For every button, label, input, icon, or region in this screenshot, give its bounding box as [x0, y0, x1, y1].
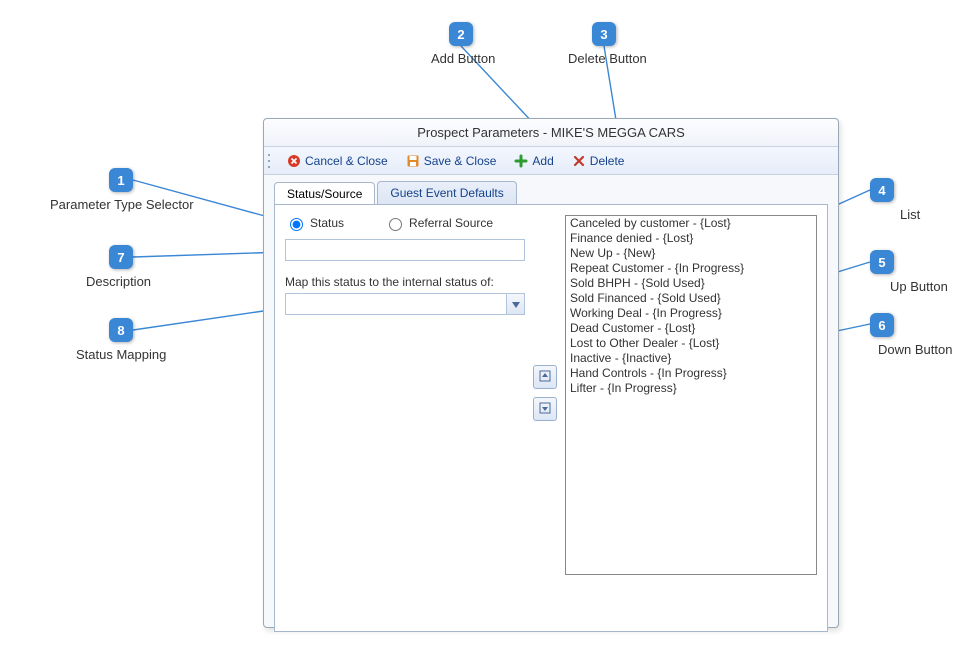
toolbar-gripper: [268, 152, 274, 170]
callout-4-label: List: [900, 207, 920, 222]
callout-6-number: 6: [870, 313, 894, 337]
chevron-down-icon: [512, 297, 520, 311]
tabstrip: Status/Source Guest Event Defaults: [274, 181, 828, 204]
radio-referral-source[interactable]: Referral Source: [384, 215, 493, 231]
status-mapping-value: [286, 294, 506, 314]
tab-body-status-source: Status Referral Source Map this status t…: [274, 204, 828, 632]
save-icon: [406, 154, 420, 168]
callout-7-label: Description: [86, 274, 151, 289]
callout-3-label: Delete Button: [568, 51, 647, 66]
cancel-icon: [287, 154, 301, 168]
callout-6-label: Down Button: [878, 342, 952, 357]
status-mapping-dropdown-button[interactable]: [506, 294, 524, 314]
add-label: Add: [532, 154, 553, 168]
prospect-parameters-window: Prospect Parameters - MIKE'S MEGGA CARS …: [263, 118, 839, 628]
callout-2-label: Add Button: [431, 51, 495, 66]
save-close-label: Save & Close: [424, 154, 497, 168]
callout-4-number: 4: [870, 178, 894, 202]
callout-8-number: 8: [109, 318, 133, 342]
cancel-close-label: Cancel & Close: [305, 154, 388, 168]
radio-referral-label: Referral Source: [409, 216, 493, 230]
add-button[interactable]: Add: [507, 151, 560, 171]
arrow-down-icon: [539, 402, 551, 417]
callout-5-label: Up Button: [890, 279, 948, 294]
list-item[interactable]: Lifter - {In Progress}: [566, 381, 816, 396]
callout-8-label: Status Mapping: [76, 347, 166, 362]
list-item[interactable]: Repeat Customer - {In Progress}: [566, 261, 816, 276]
radio-referral-input[interactable]: [389, 218, 402, 231]
list-item[interactable]: Sold Financed - {Sold Used}: [566, 291, 816, 306]
move-up-button[interactable]: [533, 365, 557, 389]
list-item[interactable]: New Up - {New}: [566, 246, 816, 261]
toolbar: Cancel & Close Save & Close Add Delete: [264, 147, 838, 175]
radio-status-label: Status: [310, 216, 344, 230]
list-item[interactable]: Lost to Other Dealer - {Lost}: [566, 336, 816, 351]
list-item[interactable]: Finance denied - {Lost}: [566, 231, 816, 246]
radio-status-input[interactable]: [290, 218, 303, 231]
tab-guest-event-defaults[interactable]: Guest Event Defaults: [377, 181, 516, 204]
list-item[interactable]: Working Deal - {In Progress}: [566, 306, 816, 321]
callout-1-number: 1: [109, 168, 133, 192]
list-item[interactable]: Dead Customer - {Lost}: [566, 321, 816, 336]
description-input[interactable]: [285, 239, 525, 261]
arrow-up-icon: [539, 370, 551, 385]
delete-label: Delete: [590, 154, 625, 168]
list-item[interactable]: Canceled by customer - {Lost}: [566, 216, 816, 231]
callout-5-number: 5: [870, 250, 894, 274]
radio-status[interactable]: Status: [285, 215, 344, 231]
cancel-close-button[interactable]: Cancel & Close: [280, 151, 395, 171]
status-mapping-combo[interactable]: [285, 293, 525, 315]
callout-2-number: 2: [449, 22, 473, 46]
callout-3-number: 3: [592, 22, 616, 46]
delete-icon: [572, 154, 586, 168]
callout-1-label: Parameter Type Selector: [50, 197, 194, 212]
move-down-button[interactable]: [533, 397, 557, 421]
save-close-button[interactable]: Save & Close: [399, 151, 504, 171]
status-list[interactable]: Canceled by customer - {Lost}Finance den…: [565, 215, 817, 575]
list-item[interactable]: Inactive - {Inactive}: [566, 351, 816, 366]
add-icon: [514, 154, 528, 168]
tab-status-source[interactable]: Status/Source: [274, 182, 375, 205]
list-item[interactable]: Sold BHPH - {Sold Used}: [566, 276, 816, 291]
window-title: Prospect Parameters - MIKE'S MEGGA CARS: [264, 119, 838, 147]
delete-button[interactable]: Delete: [565, 151, 632, 171]
list-item[interactable]: Hand Controls - {In Progress}: [566, 366, 816, 381]
callout-7-number: 7: [109, 245, 133, 269]
